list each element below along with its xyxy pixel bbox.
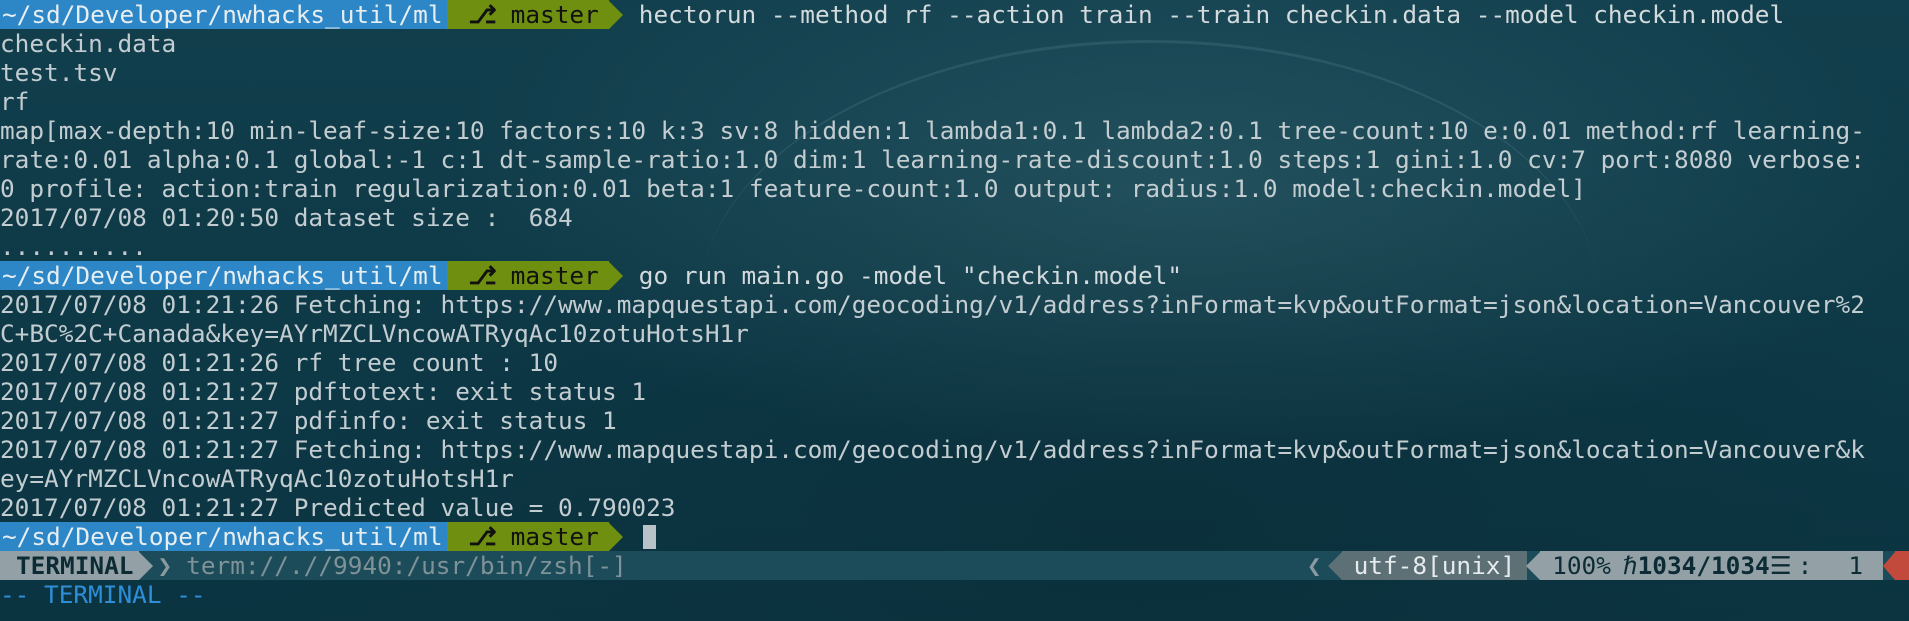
status-bar: TERMINAL ❯ term://.//9940:/usr/bin/zsh[-… bbox=[0, 551, 1909, 580]
warning-indicator bbox=[1883, 551, 1909, 580]
command-output-1: checkin.data test.tsv rf map[max-depth:1… bbox=[0, 29, 1909, 261]
output-line: checkin.data bbox=[0, 29, 177, 58]
output-line: rate:0.01 alpha:0.1 global:-1 c:1 dt-sam… bbox=[0, 145, 1865, 174]
output-line: ey=AYrMZCLVncowATRyqAc10zotuHotsH1r bbox=[0, 464, 514, 493]
mode-indicator: TERMINAL bbox=[0, 551, 140, 580]
output-line: 2017/07/08 01:20:50 dataset size : 684 bbox=[0, 203, 573, 232]
output-line: map[max-depth:10 min-leaf-size:10 factor… bbox=[0, 116, 1865, 145]
powerline-separator bbox=[608, 261, 623, 290]
prompt-branch: master bbox=[510, 261, 599, 290]
prompt-branch-segment: ⎇ master bbox=[446, 261, 609, 290]
terminal-view[interactable]: ~/sd/Developer/nwhacks_util/ml ⎇ master … bbox=[0, 0, 1909, 551]
output-line: 2017/07/08 01:21:27 Predicted value = 0.… bbox=[0, 493, 676, 522]
buffer-name: term://.//9940:/usr/bin/zsh[-] bbox=[186, 551, 627, 580]
prompt-path: ~/sd/Developer/nwhacks_util/ml bbox=[0, 261, 447, 290]
command-text: hectorun --method rf --action train --tr… bbox=[638, 0, 1785, 29]
git-branch-icon: ⎇ bbox=[468, 0, 497, 29]
output-line: C+BC%2C+Canada&key=AYrMZCLVncowATRyqAc10… bbox=[0, 319, 749, 348]
powerline-separator bbox=[608, 0, 623, 29]
prompt-line-3: ~/sd/Developer/nwhacks_util/ml ⎇ master bbox=[0, 522, 1909, 551]
prompt-branch: master bbox=[510, 0, 599, 29]
output-line: .......... bbox=[0, 232, 147, 261]
output-line: 2017/07/08 01:21:26 Fetching: https://ww… bbox=[0, 290, 1865, 319]
output-line: 2017/07/08 01:21:27 pdfinfo: exit status… bbox=[0, 406, 617, 435]
status-right: ❮ utf-8[unix] 100% ℏ 1034/1034 ☰ : 1 bbox=[1303, 551, 1909, 580]
powerline-separator bbox=[608, 522, 623, 551]
prompt-line-2: ~/sd/Developer/nwhacks_util/ml ⎇ master … bbox=[0, 261, 1909, 290]
output-line: rf bbox=[0, 87, 30, 116]
prompt-line-1: ~/sd/Developer/nwhacks_util/ml ⎇ master … bbox=[0, 0, 1909, 29]
prompt-path: ~/sd/Developer/nwhacks_util/ml bbox=[0, 0, 447, 29]
git-branch-icon: ⎇ bbox=[468, 261, 497, 290]
line-number-icon: ℏ bbox=[1622, 551, 1638, 580]
column-icon: ☰ bbox=[1769, 551, 1792, 580]
command-output-2: 2017/07/08 01:21:26 Fetching: https://ww… bbox=[0, 290, 1909, 522]
command-text: go run main.go -model "checkin.model" bbox=[638, 261, 1183, 290]
output-line: 2017/07/08 01:21:27 Fetching: https://ww… bbox=[0, 435, 1865, 464]
scroll-percent: 100% bbox=[1552, 551, 1611, 580]
line-position: 1034/1034 bbox=[1637, 551, 1770, 580]
powerline-separator bbox=[139, 551, 154, 580]
output-line: 0 profile: action:train regularization:0… bbox=[0, 174, 1586, 203]
output-line: test.tsv bbox=[0, 58, 118, 87]
prompt-path: ~/sd/Developer/nwhacks_util/ml bbox=[0, 522, 447, 551]
powerline-separator bbox=[1327, 551, 1342, 580]
prompt-branch: master bbox=[510, 522, 599, 551]
git-branch-icon: ⎇ bbox=[468, 522, 497, 551]
output-line: 2017/07/08 01:21:26 rf tree count : 10 bbox=[0, 348, 559, 377]
output-line: 2017/07/08 01:21:27 pdftotext: exit stat… bbox=[0, 377, 647, 406]
cursor-position: 100% ℏ 1034/1034 ☰ : 1 bbox=[1540, 551, 1883, 580]
terminal-cursor[interactable] bbox=[642, 524, 656, 549]
command-line-mode: -- TERMINAL -- bbox=[0, 580, 206, 609]
column-number: 1 bbox=[1848, 551, 1863, 580]
chevron-left-icon: ❮ bbox=[1306, 551, 1322, 580]
powerline-separator bbox=[1526, 551, 1541, 580]
prompt-branch-segment: ⎇ master bbox=[446, 522, 609, 551]
chevron-right-icon: ❯ bbox=[157, 551, 173, 580]
file-encoding: utf-8[unix] bbox=[1341, 551, 1528, 580]
prompt-branch-segment: ⎇ master bbox=[446, 0, 609, 29]
column-separator: : bbox=[1797, 551, 1813, 580]
